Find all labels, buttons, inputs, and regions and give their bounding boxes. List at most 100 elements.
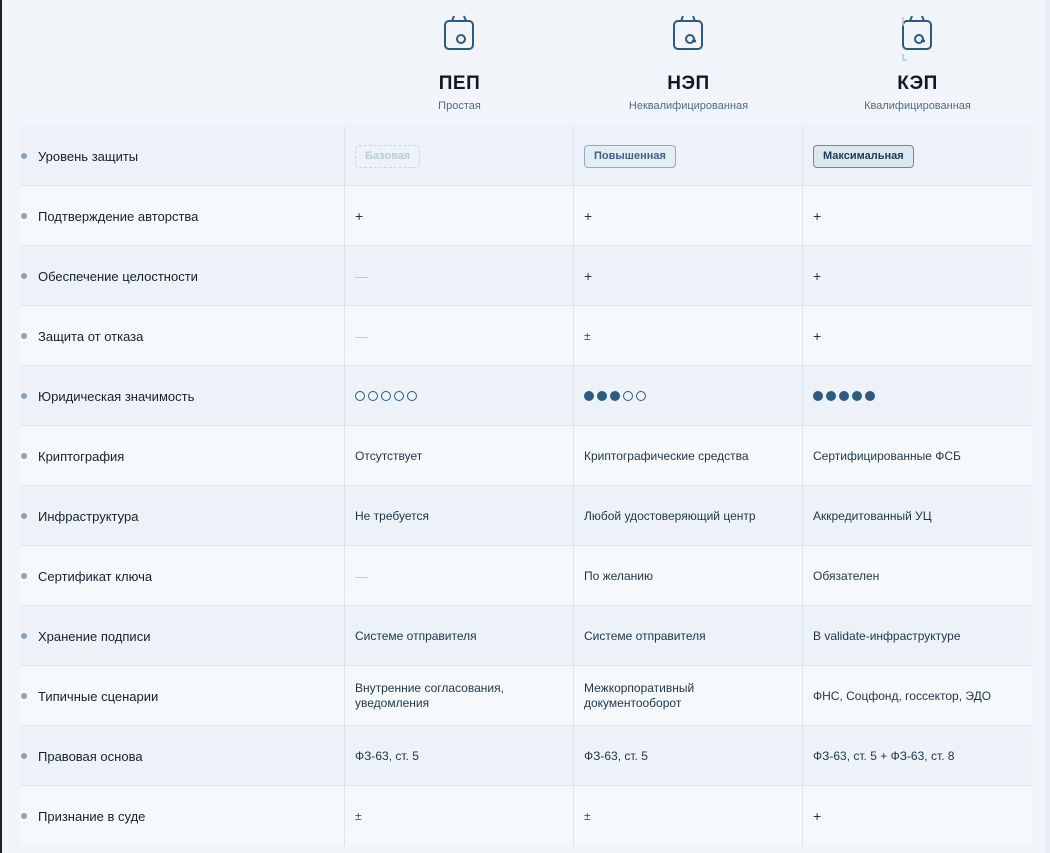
rating-dot-empty <box>407 391 417 401</box>
plan-subtitle: Квалифицированная <box>864 100 971 112</box>
rating-dot-empty <box>636 391 646 401</box>
plus-mark: + <box>355 207 364 224</box>
cell-text: ФЗ-63, ст. 5 <box>355 748 419 763</box>
value-cell <box>573 366 802 426</box>
value-cell: ± <box>573 786 802 846</box>
value-cell: В validate-инфраструктуре <box>802 606 1032 666</box>
row-label: Криптография <box>38 448 125 464</box>
table-row: Защита от отказа — ± + <box>21 306 1032 366</box>
row-label: Хранение подписи <box>38 628 151 644</box>
bullet-icon <box>21 213 27 219</box>
document-seal-icon <box>901 15 932 61</box>
plus-minus-mark: ± <box>584 328 591 343</box>
table-row: Сертификат ключа — По желанию Обязателен <box>21 546 1032 606</box>
row-label-cell: Сертификат ключа <box>21 546 344 606</box>
plus-minus-mark: ± <box>584 808 591 823</box>
row-label-cell: Типичные сценарии <box>21 666 344 726</box>
value-cell: ФЗ-63, ст. 5 + ФЗ-63, ст. 8 <box>802 726 1032 786</box>
value-cell: Базовая <box>344 126 573 186</box>
value-cell: ± <box>573 306 802 366</box>
bullet-icon <box>21 453 27 459</box>
rating-dot-filled <box>852 391 862 401</box>
cell-text: Системе отправителя <box>584 628 706 643</box>
rating-dot-filled <box>826 391 836 401</box>
table-row: Обеспечение целостности — + + <box>21 246 1032 306</box>
value-cell: ФЗ-63, ст. 5 <box>344 726 573 786</box>
dash-mark: — <box>355 568 368 584</box>
rating-dots <box>813 391 875 401</box>
row-label: Правовая основа <box>38 748 143 764</box>
row-label-cell: Юридическая значимость <box>21 366 344 426</box>
cell-text: Системе отправителя <box>355 628 477 643</box>
comparison-table: Уровень защиты Базовая Повышенная Максим… <box>21 126 1032 846</box>
value-cell: + <box>802 306 1032 366</box>
value-cell <box>344 366 573 426</box>
bullet-icon <box>21 273 27 279</box>
value-cell: Максимальная <box>802 126 1032 186</box>
cell-text: Сертифицированные ФСБ <box>813 448 961 463</box>
value-cell: ± <box>344 786 573 846</box>
value-cell: По желанию <box>573 546 802 606</box>
value-cell: Отсутствует <box>344 426 573 486</box>
row-label-cell: Инфраструктура <box>21 486 344 546</box>
plus-mark: + <box>584 207 593 224</box>
dash-mark: — <box>355 328 368 344</box>
table-row: Типичные сценарии Внутренние согласовани… <box>21 666 1032 726</box>
rating-dots <box>584 391 646 401</box>
value-cell: Системе отправителя <box>344 606 573 666</box>
value-cell: Повышенная <box>573 126 802 186</box>
bullet-icon <box>21 693 27 699</box>
value-cell: + <box>802 786 1032 846</box>
bullet-icon <box>21 573 27 579</box>
cell-text: Криптографические средства <box>584 448 749 463</box>
document-lock-icon <box>443 15 474 50</box>
table-row: Инфраструктура Не требуется Любой удосто… <box>21 486 1032 546</box>
cell-text: По желанию <box>584 568 653 583</box>
row-label-cell: Правовая основа <box>21 726 344 786</box>
cell-text: ФЗ-63, ст. 5 + ФЗ-63, ст. 8 <box>813 748 955 763</box>
value-cell: Внутренние согласования, уведомления <box>344 666 573 726</box>
window-edge <box>0 0 2 853</box>
scrollbar-track[interactable] <box>1046 0 1050 853</box>
value-cell: Обязателен <box>802 546 1032 606</box>
plan-subtitle: Простая <box>438 100 481 112</box>
row-label-cell: Признание в суде <box>21 786 344 846</box>
cell-text: Межкорпоративный документооборот <box>584 681 695 710</box>
value-cell: + <box>344 186 573 246</box>
plus-mark: + <box>813 267 822 284</box>
plan-header-kep: КЭП Квалифицированная <box>803 0 1032 126</box>
value-cell: Аккредитованный УЦ <box>802 486 1032 546</box>
row-label: Подтверждение авторства <box>38 208 199 224</box>
bullet-icon <box>21 813 27 819</box>
bullet-icon <box>21 753 27 759</box>
rating-dots <box>355 391 417 401</box>
table-row: Хранение подписи Системе отправителя Сис… <box>21 606 1032 666</box>
level-badge: Максимальная <box>813 144 914 168</box>
row-label: Сертификат ключа <box>38 568 153 584</box>
table-row: Признание в суде ± ± + <box>21 786 1032 846</box>
table-row: Подтверждение авторства + + + <box>21 186 1032 246</box>
row-label: Признание в суде <box>38 808 146 824</box>
document-key-icon <box>672 15 703 50</box>
rating-dot-filled <box>813 391 823 401</box>
table-row: Уровень защиты Базовая Повышенная Максим… <box>21 126 1032 186</box>
plan-subtitle: Неквалифицированная <box>628 100 749 112</box>
row-label: Юридическая значимость <box>38 388 195 404</box>
rating-dot-filled <box>610 391 620 401</box>
value-cell: ФЗ-63, ст. 5 <box>573 726 802 786</box>
table-row: Правовая основа ФЗ-63, ст. 5 ФЗ-63, ст. … <box>21 726 1032 786</box>
plan-name: КЭП <box>897 73 938 94</box>
cell-text: Внутренние согласования, уведомления <box>355 681 504 710</box>
cell-text: ФЗ-63, ст. 5 <box>584 748 648 763</box>
cell-text: Обязателен <box>813 568 880 583</box>
rating-dot-filled <box>865 391 875 401</box>
plus-mark: + <box>813 807 822 824</box>
rating-dot-empty <box>623 391 633 401</box>
rating-dot-empty <box>368 391 378 401</box>
plus-mark: + <box>584 267 593 284</box>
plus-mark: + <box>813 327 822 344</box>
plan-header-pep: ПЕП Простая <box>345 0 574 126</box>
bullet-icon <box>21 393 27 399</box>
row-label-cell: Криптография <box>21 426 344 486</box>
bullet-icon <box>21 333 27 339</box>
